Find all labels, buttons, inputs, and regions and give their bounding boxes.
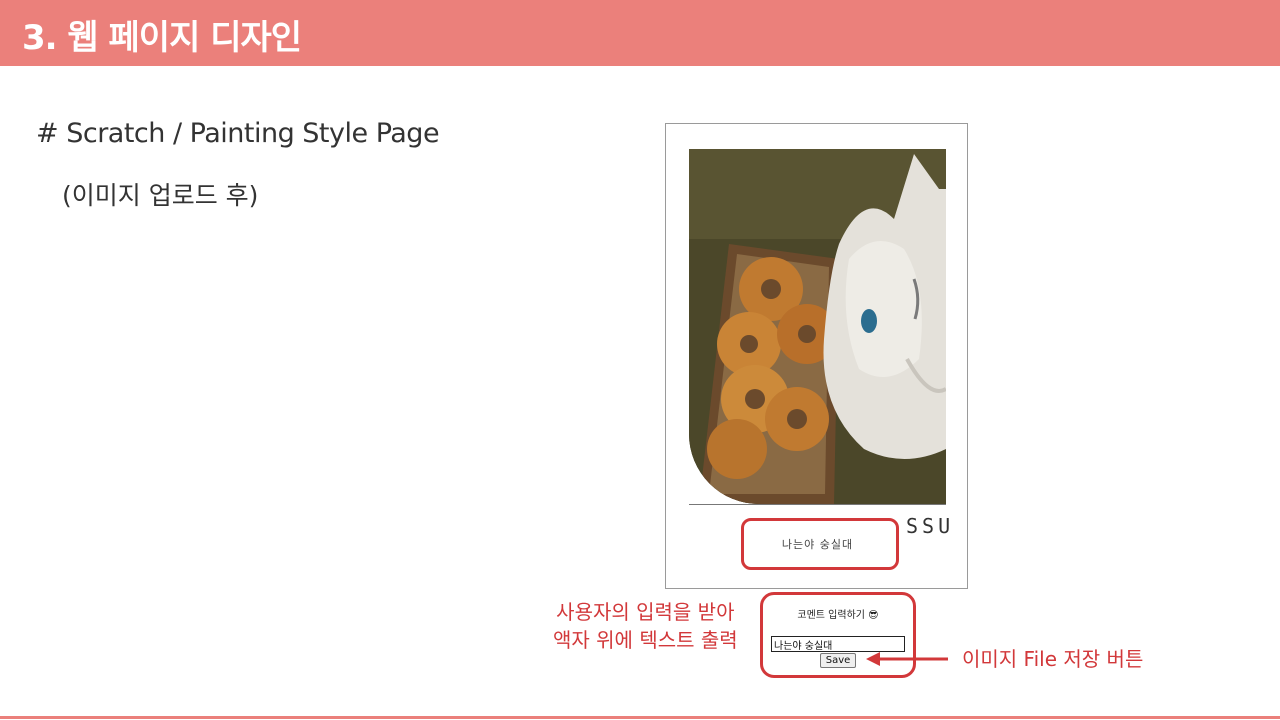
slide-title: 3. 웹 페이지 디자인 bbox=[22, 18, 302, 58]
page-subheading: (이미지 업로드 후) bbox=[62, 181, 259, 210]
bottom-rule bbox=[0, 716, 1280, 719]
photo-illustration bbox=[689, 149, 946, 504]
page-heading: # Scratch / Painting Style Page bbox=[36, 118, 440, 149]
frame-brand: SSU bbox=[906, 514, 955, 538]
annotation-save-button: 이미지 File 저장 버튼 bbox=[962, 647, 1144, 671]
uploaded-photo bbox=[689, 149, 946, 504]
comment-label: 코멘트 입력하기 😎 bbox=[797, 610, 879, 621]
save-button[interactable]: Save bbox=[820, 653, 856, 668]
annotation-line-2: 액자 위에 텍스트 출력 bbox=[553, 628, 738, 652]
annotation-line-1: 사용자의 입력을 받아 bbox=[556, 600, 735, 624]
title-bar: 3. 웹 페이지 디자인 bbox=[0, 0, 1280, 66]
arrow-left-icon bbox=[866, 652, 948, 666]
photo-divider bbox=[689, 504, 946, 505]
annotation-user-input: 사용자의 입력을 받아 액자 위에 텍스트 출력 bbox=[553, 598, 738, 654]
caption-highlight bbox=[741, 518, 899, 570]
